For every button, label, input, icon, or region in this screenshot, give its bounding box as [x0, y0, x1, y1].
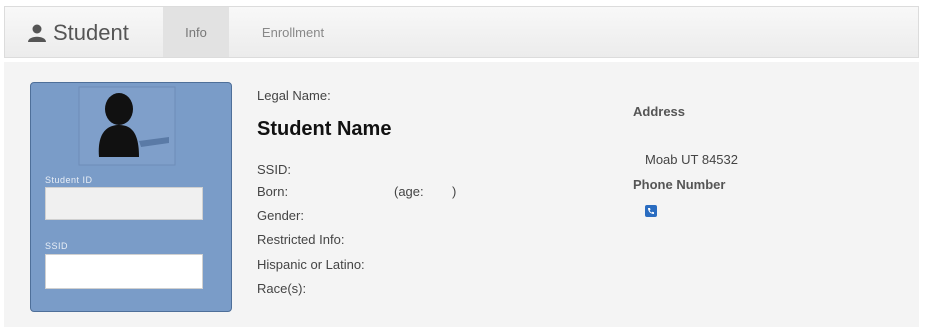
student-photo [73, 85, 181, 167]
address-line: Moab UT 84532 [645, 152, 738, 167]
brand[interactable]: Student [27, 19, 129, 47]
age-close: ) [452, 184, 457, 199]
tab-enrollment[interactable]: Enrollment [245, 7, 341, 57]
age-label: (age: [394, 184, 424, 199]
legal-name-label: Legal Name: [257, 88, 331, 103]
tab-enrollment-label: Enrollment [261, 24, 325, 40]
address-heading: Address [633, 104, 686, 119]
student-id-card: Student ID SSID [30, 82, 232, 312]
races-label: Race(s): [257, 281, 307, 296]
student-id-label: Student ID [45, 175, 93, 185]
phone-icon[interactable] [645, 205, 657, 217]
ssid-card-field [45, 254, 203, 289]
ssid-label: SSID: [257, 162, 291, 177]
tab-info[interactable]: Info [163, 7, 229, 57]
hispanic-latino-label: Hispanic or Latino: [257, 257, 365, 272]
top-navbar: Student Info Enrollment [4, 6, 919, 58]
gender-label: Gender: [257, 208, 304, 223]
student-id-field [45, 187, 203, 220]
phone-heading: Phone Number [633, 177, 726, 192]
restricted-info-label: Restricted Info: [257, 232, 345, 247]
student-silhouette-icon [78, 86, 176, 166]
user-icon [27, 23, 47, 43]
ssid-card-label: SSID [45, 241, 69, 251]
student-name: Student Name [257, 118, 392, 140]
tab-info-label: Info [185, 24, 207, 40]
brand-title: Student [53, 20, 129, 45]
born-label: Born: [257, 184, 289, 199]
student-info-panel: Student ID SSID Legal Name: Student Name… [4, 62, 919, 327]
